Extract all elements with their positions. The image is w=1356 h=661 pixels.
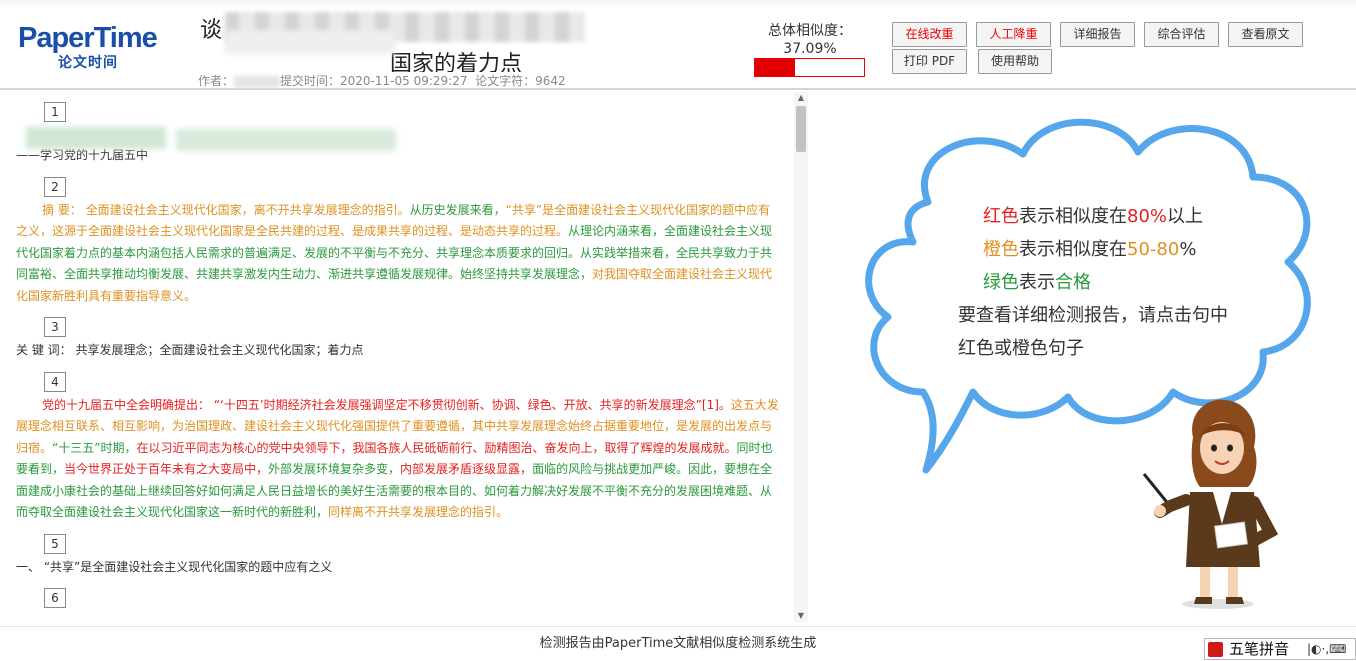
legend-orange-mid: 表示相似度在 bbox=[1019, 239, 1127, 260]
document-title-line2: 国家的着力点 bbox=[390, 52, 523, 72]
sentence-green[interactable]: 外部发展环境复杂多变， bbox=[268, 462, 400, 476]
document-title-line1: 谈 bbox=[200, 18, 223, 43]
papertime-logo[interactable]: PaperTime 论文时间 bbox=[18, 22, 178, 72]
ime-toolbar[interactable]: 五笔拼音 |◐·,⌨ bbox=[1204, 638, 1356, 660]
sentence-green[interactable]: “十三五”时期， bbox=[52, 441, 136, 455]
color-legend: 红色表示相似度在80%以上 橙色表示相似度在50-80% 绿色表示合格 要查看详… bbox=[958, 200, 1228, 365]
legend-orange-word: 橙色 bbox=[983, 239, 1019, 260]
scroll-thumb[interactable] bbox=[796, 106, 806, 152]
paragraph-2: 摘 要： 全面建设社会主义现代化国家，离不开共享发展理念的指引。从历史发展来看，… bbox=[8, 200, 794, 308]
help-button[interactable]: 使用帮助 bbox=[978, 49, 1052, 74]
document-content: 1 ——学习党的十九届五中 2 摘 要： 全面建设社会主义现代化国家，离不开共享… bbox=[8, 92, 794, 622]
logo-subtext: 论文时间 bbox=[58, 55, 118, 71]
paragraph-number: 2 bbox=[44, 176, 66, 197]
paragraph-number: 4 bbox=[44, 371, 66, 392]
keywords-paragraph[interactable]: 关 键 词： 共享发展理念；全面建设社会主义现代化国家；着力点 bbox=[8, 340, 794, 362]
chars-label: 论文字符： bbox=[475, 74, 536, 88]
redacted-title-2 bbox=[225, 30, 395, 54]
legend-hint-line1: 要查看详细检测报告，请点击句中 bbox=[958, 305, 1228, 326]
sentence-red[interactable]: 党的十九届五中全会明确提出： “‘十四五’时期经济社会发展强调坚定不移贯彻创新、… bbox=[42, 398, 731, 412]
legend-red-mid: 表示相似度在 bbox=[1019, 206, 1127, 227]
ime-label[interactable]: 五笔拼音 bbox=[1229, 639, 1289, 659]
sentence-green[interactable]: 从历史发展来看， bbox=[410, 203, 506, 217]
legend-orange-tail: % bbox=[1179, 239, 1197, 260]
legend-red-word: 红色 bbox=[983, 206, 1019, 227]
legend-green-tail: 合格 bbox=[1055, 272, 1091, 293]
sentence-red[interactable]: 内部发展矛盾逐级显露， bbox=[400, 462, 532, 476]
print-pdf-button[interactable]: 打印 PDF bbox=[892, 49, 967, 74]
document-scrollbar[interactable]: ▲ ▼ bbox=[794, 92, 808, 622]
paragraph-number: 1 bbox=[44, 102, 66, 122]
ime-mode-icons[interactable]: |◐·,⌨ bbox=[1307, 639, 1346, 659]
legend-green-row: 绿色表示合格 bbox=[958, 266, 1228, 299]
similarity-bar-fill bbox=[755, 59, 796, 76]
redacted-author bbox=[234, 75, 281, 88]
document-meta: 作者： 提交时间：2020-11-05 09:29:27 论文字符：9642 bbox=[198, 72, 566, 89]
view-original-button[interactable]: 查看原文 bbox=[1228, 22, 1303, 47]
legend-panel: 红色表示相似度在80%以上 橙色表示相似度在50-80% 绿色表示合格 要查看详… bbox=[808, 92, 1356, 622]
similarity-bar bbox=[754, 58, 865, 77]
manual-reduce-button[interactable]: 人工降重 bbox=[976, 22, 1051, 47]
overall-eval-button[interactable]: 综合评估 bbox=[1144, 22, 1219, 47]
legend-red-row: 红色表示相似度在80%以上 bbox=[958, 200, 1228, 233]
similarity-label: 总体相似度： bbox=[768, 23, 852, 39]
sentence-red[interactable]: 当今世界正处于百年未有之大变局中， bbox=[64, 462, 268, 476]
submit-time: 2020-11-05 09:29:27 bbox=[340, 74, 468, 88]
online-edit-button[interactable]: 在线改重 bbox=[892, 22, 967, 47]
paragraph-number: 3 bbox=[44, 317, 66, 337]
sentence-red[interactable]: 在以习近平同志为核心的党中央领导下，我国各族人民砥砺前行、励精图治、奋发向上，取… bbox=[136, 441, 736, 455]
author-label: 作者： bbox=[198, 74, 235, 88]
ime-logo-icon[interactable] bbox=[1208, 642, 1223, 657]
top-strip bbox=[0, 0, 1356, 8]
similarity-summary: 总体相似度： 37.09% bbox=[754, 20, 866, 57]
legend-green-word: 绿色 bbox=[983, 272, 1019, 293]
sentence-orange[interactable]: 摘 要： 全面建设社会主义现代化国家，离不开共享发展理念的指引。 bbox=[42, 203, 410, 217]
legend-hint-line2: 红色或橙色句子 bbox=[958, 338, 1084, 359]
paragraph-number: 5 bbox=[44, 533, 66, 554]
report-footer: 检测报告由PaperTime文献相似度检测系统生成 bbox=[0, 626, 1356, 660]
logo-text: PaperTime bbox=[18, 22, 158, 54]
teacher-character-icon bbox=[1142, 399, 1279, 609]
submit-label: 提交时间： bbox=[280, 74, 341, 88]
section-heading[interactable]: 一、 “共享”是全面建设社会主义现代化国家的题中应有之义 bbox=[8, 557, 794, 579]
legend-red-pct: 80% bbox=[1127, 206, 1168, 227]
paragraph-number: 6 bbox=[44, 588, 66, 608]
detail-report-button[interactable]: 详细报告 bbox=[1060, 22, 1135, 47]
legend-orange-pct: 50-80 bbox=[1127, 239, 1180, 260]
similarity-value: 37.09% bbox=[783, 41, 837, 57]
paragraph-4: 党的十九届五中全会明确提出： “‘十四五’时期经济社会发展强调坚定不移贯彻创新、… bbox=[8, 395, 794, 524]
sentence-orange[interactable]: 同样离不开共享发展理念的指引。 bbox=[328, 505, 508, 519]
legend-red-tail: 以上 bbox=[1167, 206, 1204, 227]
top-bar: PaperTime 论文时间 谈 国家的着力点 作者： 提交时间：2020-11-… bbox=[0, 0, 1356, 90]
legend-green-mid: 表示 bbox=[1019, 272, 1055, 293]
scroll-up-arrow-icon[interactable]: ▲ bbox=[794, 92, 808, 104]
redacted-subtitle bbox=[16, 125, 794, 151]
legend-orange-row: 橙色表示相似度在50-80% bbox=[958, 233, 1228, 266]
scroll-down-arrow-icon[interactable]: ▼ bbox=[794, 610, 808, 622]
chars-count: 9642 bbox=[535, 74, 566, 88]
